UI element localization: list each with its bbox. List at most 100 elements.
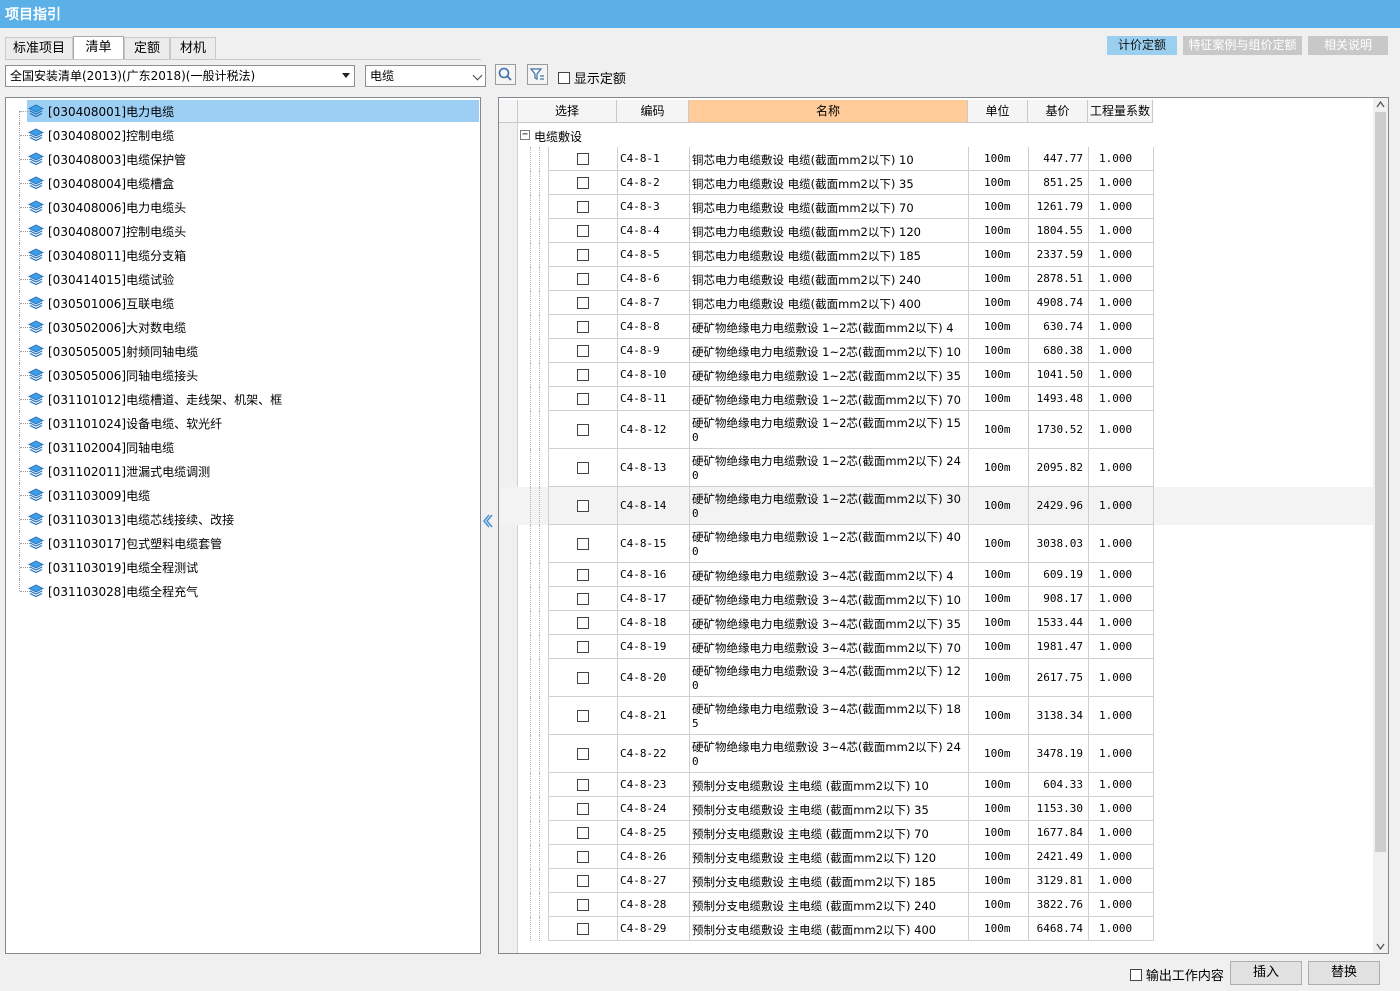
- row-select-checkbox[interactable]: [577, 153, 589, 165]
- row-select-checkbox[interactable]: [577, 593, 589, 605]
- tree-item[interactable]: [031101024]设备电缆、软光纤: [6, 411, 480, 435]
- output-work-checkbox[interactable]: [1130, 968, 1142, 981]
- table-row[interactable]: C4-8-3 铜芯电力电缆敷设 电缆(截面mm2以下) 70 100m 1261.79…: [499, 195, 1373, 219]
- tree-item[interactable]: [030408007]控制电缆头: [6, 219, 480, 243]
- library-select[interactable]: 全国安装清单(2013)(广东2018)(一般计税法): [5, 65, 355, 87]
- table-row[interactable]: C4-8-10 硬矿物绝缘电力电缆敷设 1~2芯(截面mm2以下) 35 100m 1…: [499, 363, 1373, 387]
- table-row[interactable]: C4-8-7 铜芯电力电缆敷设 电缆(截面mm2以下) 400 100m 4908.7…: [499, 291, 1373, 315]
- table-row[interactable]: C4-8-1 铜芯电力电缆敷设 电缆(截面mm2以下) 10 100m 447.77 1…: [499, 147, 1373, 171]
- row-select-checkbox[interactable]: [577, 748, 589, 760]
- row-select-checkbox[interactable]: [577, 710, 589, 722]
- feature-case-button[interactable]: 特征案例与组价定额: [1183, 36, 1302, 55]
- row-select-checkbox[interactable]: [577, 827, 589, 839]
- table-row[interactable]: C4-8-14 硬矿物绝缘电力电缆敷设 1~2芯(截面mm2以下) 30 0 100m…: [499, 487, 1373, 525]
- table-row[interactable]: C4-8-20 硬矿物绝缘电力电缆敷设 3~4芯(截面mm2以下) 12 0 100m…: [499, 659, 1373, 697]
- tree-item[interactable]: [030505005]射频同轴电缆: [6, 339, 480, 363]
- row-select-checkbox[interactable]: [577, 345, 589, 357]
- row-select-checkbox[interactable]: [577, 851, 589, 863]
- row-select-checkbox[interactable]: [577, 225, 589, 237]
- tree-item[interactable]: [030501006]互联电缆: [6, 291, 480, 315]
- tree-item[interactable]: [031103013]电缆芯线接续、改接: [6, 507, 480, 531]
- row-select-checkbox[interactable]: [577, 875, 589, 887]
- table-row[interactable]: C4-8-5 铜芯电力电缆敷设 电缆(截面mm2以下) 185 100m 2337.5…: [499, 243, 1373, 267]
- tree-item[interactable]: [031103028]电缆全程充气: [6, 579, 480, 603]
- table-row[interactable]: C4-8-22 硬矿物绝缘电力电缆敷设 3~4芯(截面mm2以下) 24 0 100m…: [499, 735, 1373, 773]
- grid-header-unit[interactable]: 单位: [968, 100, 1028, 123]
- collapse-panel-button[interactable]: [481, 511, 493, 531]
- tree-item[interactable]: [031101012]电缆槽道、走线架、机架、框: [6, 387, 480, 411]
- table-row[interactable]: C4-8-11 硬矿物绝缘电力电缆敷设 1~2芯(截面mm2以下) 70 100m 1…: [499, 387, 1373, 411]
- scroll-up-icon[interactable]: [1376, 101, 1385, 108]
- row-select-checkbox[interactable]: [577, 569, 589, 581]
- table-row[interactable]: C4-8-4 铜芯电力电缆敷设 电缆(截面mm2以下) 120 100m 1804.5…: [499, 219, 1373, 243]
- table-row[interactable]: C4-8-26 预制分支电缆敷设 主电缆 (截面mm2以下) 120 100m 242…: [499, 845, 1373, 869]
- tab-standard-items[interactable]: 标准项目: [5, 37, 73, 59]
- row-select-checkbox[interactable]: [577, 424, 589, 436]
- tree-item[interactable]: [030408004]电缆槽盒: [6, 171, 480, 195]
- row-select-checkbox[interactable]: [577, 617, 589, 629]
- row-select-checkbox[interactable]: [577, 500, 589, 512]
- row-select-checkbox[interactable]: [577, 273, 589, 285]
- table-row[interactable]: C4-8-19 硬矿物绝缘电力电缆敷设 3~4芯(截面mm2以下) 70 100m 1…: [499, 635, 1373, 659]
- tree-item[interactable]: [030408003]电缆保护管: [6, 147, 480, 171]
- replace-button[interactable]: 替换: [1308, 961, 1380, 985]
- tab-materials[interactable]: 材机: [170, 37, 216, 59]
- table-row[interactable]: C4-8-17 硬矿物绝缘电力电缆敷设 3~4芯(截面mm2以下) 10 100m 9…: [499, 587, 1373, 611]
- tab-quota[interactable]: 定额: [124, 37, 170, 59]
- grid-header-select[interactable]: 选择: [518, 100, 617, 123]
- row-select-checkbox[interactable]: [577, 641, 589, 653]
- tree-item[interactable]: [031103019]电缆全程测试: [6, 555, 480, 579]
- filter-button[interactable]: [527, 64, 548, 85]
- row-select-checkbox[interactable]: [577, 923, 589, 935]
- row-select-checkbox[interactable]: [577, 462, 589, 474]
- tab-bill[interactable]: 清单: [73, 36, 124, 59]
- vertical-scrollbar[interactable]: [1373, 98, 1388, 953]
- grid-header-name[interactable]: 名称: [689, 100, 968, 123]
- row-select-checkbox[interactable]: [577, 201, 589, 213]
- table-row[interactable]: C4-8-6 铜芯电力电缆敷设 电缆(截面mm2以下) 240 100m 2878.5…: [499, 267, 1373, 291]
- row-select-checkbox[interactable]: [577, 249, 589, 261]
- keyword-select[interactable]: 电缆: [365, 65, 486, 87]
- search-button[interactable]: [495, 64, 516, 85]
- show-quota-checkbox[interactable]: [558, 71, 570, 84]
- row-select-checkbox[interactable]: [577, 803, 589, 815]
- row-select-checkbox[interactable]: [577, 177, 589, 189]
- tree-item[interactable]: [030408011]电缆分支箱: [6, 243, 480, 267]
- tree-item[interactable]: [030408006]电力电缆头: [6, 195, 480, 219]
- collapse-group-icon[interactable]: −: [520, 130, 530, 140]
- tree-item[interactable]: [030505006]同轴电缆接头: [6, 363, 480, 387]
- insert-button[interactable]: 插入: [1230, 961, 1302, 985]
- table-row[interactable]: C4-8-23 预制分支电缆敷设 主电缆 (截面mm2以下) 10 100m 604.…: [499, 773, 1373, 797]
- group-row[interactable]: − 电缆敷设: [518, 124, 1153, 147]
- table-row[interactable]: C4-8-24 预制分支电缆敷设 主电缆 (截面mm2以下) 35 100m 1153…: [499, 797, 1373, 821]
- tree-item[interactable]: [031103009]电缆: [6, 483, 480, 507]
- tree-item[interactable]: [030408001]电力电缆: [6, 99, 480, 123]
- tree-item[interactable]: [031102004]同轴电缆: [6, 435, 480, 459]
- row-select-checkbox[interactable]: [577, 369, 589, 381]
- row-select-checkbox[interactable]: [577, 899, 589, 911]
- row-select-checkbox[interactable]: [577, 393, 589, 405]
- table-row[interactable]: C4-8-18 硬矿物绝缘电力电缆敷设 3~4芯(截面mm2以下) 35 100m 1…: [499, 611, 1373, 635]
- scroll-down-icon[interactable]: [1376, 943, 1385, 950]
- tree-item[interactable]: [031102011]泄漏式电缆调测: [6, 459, 480, 483]
- table-row[interactable]: C4-8-28 预制分支电缆敷设 主电缆 (截面mm2以下) 240 100m 382…: [499, 893, 1373, 917]
- show-quota-toggle[interactable]: 显示定额: [558, 68, 626, 87]
- tree-item[interactable]: [031103017]包式塑料电缆套管: [6, 531, 480, 555]
- row-select-checkbox[interactable]: [577, 321, 589, 333]
- tree-item[interactable]: [030414015]电缆试验: [6, 267, 480, 291]
- table-row[interactable]: C4-8-2 铜芯电力电缆敷设 电缆(截面mm2以下) 35 100m 851.25 1…: [499, 171, 1373, 195]
- row-select-checkbox[interactable]: [577, 779, 589, 791]
- table-row[interactable]: C4-8-21 硬矿物绝缘电力电缆敷设 3~4芯(截面mm2以下) 18 5 100m…: [499, 697, 1373, 735]
- table-row[interactable]: C4-8-8 硬矿物绝缘电力电缆敷设 1~2芯(截面mm2以下) 4 100m 630…: [499, 315, 1373, 339]
- table-row[interactable]: C4-8-15 硬矿物绝缘电力电缆敷设 1~2芯(截面mm2以下) 40 0 100m…: [499, 525, 1373, 563]
- tree-item[interactable]: [030502006]大对数电缆: [6, 315, 480, 339]
- table-row[interactable]: C4-8-25 预制分支电缆敷设 主电缆 (截面mm2以下) 70 100m 1677…: [499, 821, 1373, 845]
- tree-item[interactable]: [030408002]控制电缆: [6, 123, 480, 147]
- row-select-checkbox[interactable]: [577, 297, 589, 309]
- grid-header-price[interactable]: 基价: [1028, 100, 1088, 123]
- row-select-checkbox[interactable]: [577, 672, 589, 684]
- grid-header-coefficient[interactable]: 工程量系数: [1088, 100, 1153, 123]
- pricing-quota-button[interactable]: 计价定额: [1107, 36, 1177, 55]
- table-row[interactable]: C4-8-29 预制分支电缆敷设 主电缆 (截面mm2以下) 400 100m 646…: [499, 917, 1373, 941]
- table-row[interactable]: C4-8-13 硬矿物绝缘电力电缆敷设 1~2芯(截面mm2以下) 24 0 100m…: [499, 449, 1373, 487]
